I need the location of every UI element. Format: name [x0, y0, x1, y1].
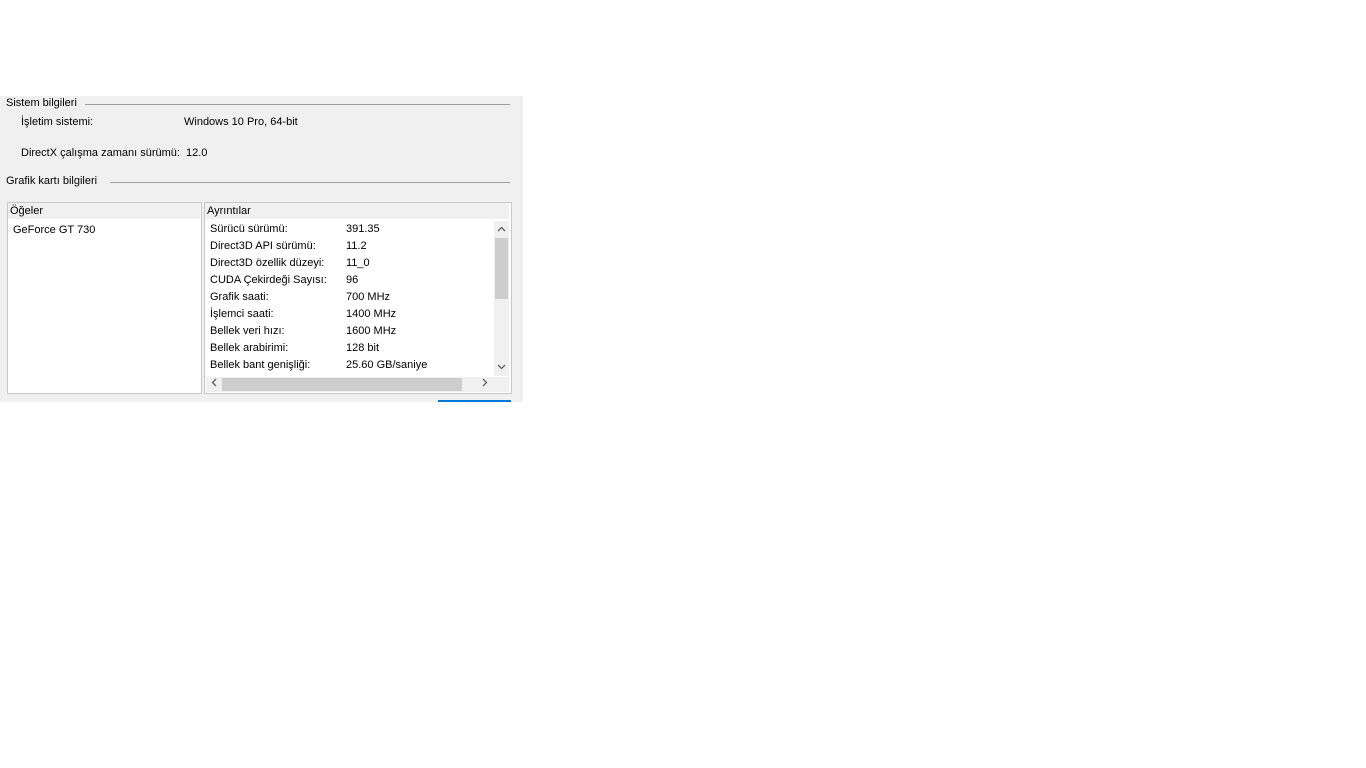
detail-row: Grafik saati: 700 MHz	[210, 289, 490, 306]
detail-key: CUDA Çekirdeği Sayısı:	[210, 274, 327, 286]
detail-key: Direct3D API sürümü:	[210, 240, 316, 252]
horizontal-scrollbar[interactable]	[206, 377, 494, 392]
chevron-right-icon[interactable]	[477, 377, 492, 392]
list-item[interactable]: GeForce GT 730	[13, 224, 95, 236]
directx-label: DirectX çalışma zamanı sürümü:	[21, 147, 180, 159]
detail-value: 1600 MHz	[346, 325, 397, 337]
os-value: Windows 10 Pro, 64-bit	[184, 116, 298, 128]
scrollbar-corner	[494, 377, 509, 392]
system-info-group-title: Sistem bilgileri	[6, 97, 83, 109]
detail-key: İşlemci saati:	[210, 308, 274, 320]
detail-row: Bellek bant genişliği: 25.60 GB/saniye	[210, 357, 490, 374]
detail-value: 700 MHz	[346, 291, 391, 303]
detail-key: Grafik saati:	[210, 291, 269, 303]
detail-row: CUDA Çekirdeği Sayısı: 96	[210, 272, 490, 289]
detail-row: İşlemci saati: 1400 MHz	[210, 306, 490, 323]
os-label: İşletim sistemi:	[21, 116, 94, 128]
focused-button-edge[interactable]	[438, 400, 511, 402]
detail-key: Sürücü sürümü:	[210, 223, 288, 235]
detail-value: 391.35	[346, 223, 380, 235]
detail-key: Bellek arabirimi:	[210, 342, 289, 354]
group-separator-graphics	[110, 182, 510, 183]
group-separator-system	[85, 104, 510, 105]
vertical-scrollbar[interactable]	[494, 221, 509, 376]
detail-row: Bellek arabirimi: 128 bit	[210, 340, 490, 357]
detail-row: Bellek veri hızı: 1600 MHz	[210, 323, 490, 340]
detail-value: 96	[346, 274, 359, 286]
detail-key: Bellek veri hızı:	[210, 325, 285, 337]
details-column-header[interactable]: Ayrıntılar	[205, 203, 509, 219]
detail-value: 1400 MHz	[346, 308, 397, 320]
detail-key: Bellek bant genişliği:	[210, 359, 311, 371]
chevron-up-icon[interactable]	[494, 222, 509, 237]
detail-value: 11.2	[346, 240, 367, 252]
detail-row: Direct3D API sürümü: 11.2	[210, 238, 490, 255]
horizontal-scroll-thumb[interactable]	[222, 378, 462, 391]
detail-value: 128 bit	[346, 342, 380, 354]
detail-value: 25.60 GB/saniye	[346, 359, 428, 371]
items-column-header[interactable]: Öğeler	[8, 203, 200, 219]
graphics-info-group-title: Grafik kartı bilgileri	[6, 175, 104, 187]
vertical-scroll-thumb[interactable]	[495, 238, 508, 299]
directx-value: 12.0	[186, 147, 208, 159]
detail-row: Direct3D özellik düzeyi: 11_0	[210, 255, 490, 272]
detail-row: Sürücü sürümü: 391.35	[210, 221, 490, 238]
chevron-down-icon[interactable]	[494, 360, 509, 375]
detail-value: 11_0	[346, 257, 370, 269]
detail-key: Direct3D özellik düzeyi:	[210, 257, 325, 269]
chevron-left-icon[interactable]	[206, 377, 221, 392]
